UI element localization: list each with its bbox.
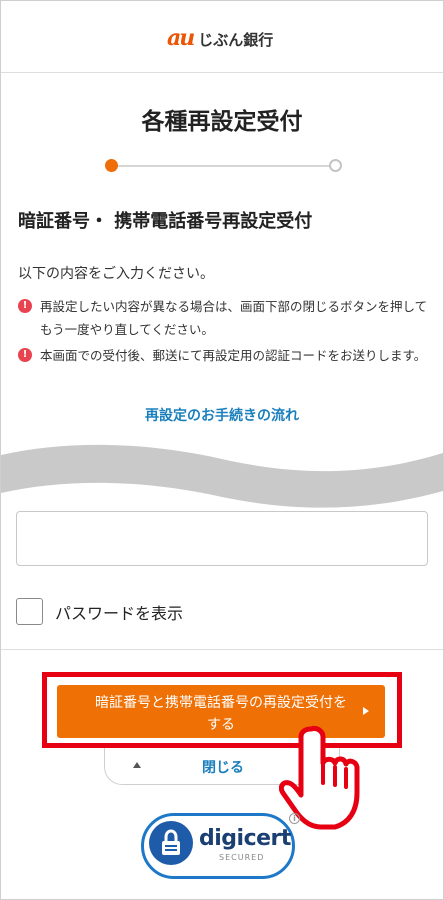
password-input[interactable] — [16, 511, 428, 566]
content-omitted-wave — [1, 444, 443, 508]
logo-name: じぶん銀行 — [198, 31, 274, 49]
page-frame: au じぶん銀行 各種再設定受付 暗証番号・ 携帯電話番号再設定受付 以下の内容… — [0, 0, 444, 900]
step-2-pending — [329, 159, 342, 172]
notice-text: 再設定したい内容が異なる場合は、画面下部の閉じるボタンを押してもう一度やり直して… — [40, 299, 428, 337]
show-password-toggle[interactable]: パスワードを表示 — [16, 598, 183, 625]
notice-item: ! 再設定したい内容が異なる場合は、画面下部の閉じるボタンを押してもう一度やり直… — [18, 295, 428, 341]
procedure-flow-link[interactable]: 再設定のお手続きの流れ — [1, 405, 443, 425]
seal-tag: SECURED — [219, 853, 265, 862]
alert-icon: ! — [18, 299, 32, 313]
section-divider — [1, 649, 443, 650]
bank-logo[interactable]: au じぶん銀行 — [167, 27, 273, 49]
show-password-label: パスワードを表示 — [55, 603, 184, 623]
info-icon[interactable]: i — [289, 813, 300, 824]
logo-mark: au — [167, 25, 195, 51]
page-title: 各種再設定受付 — [141, 109, 303, 135]
notice-item: ! 本画面での受付後、郵送にて再設定用の認証コードをお送りします。 — [18, 344, 428, 367]
show-password-checkbox[interactable] — [16, 598, 43, 625]
play-arrow-icon — [363, 707, 369, 715]
seal-brand: digicert — [199, 826, 291, 851]
notice-text: 本画面での受付後、郵送にて再設定用の認証コードをお送りします。 — [40, 348, 427, 363]
lock-icon — [162, 829, 180, 855]
step-1-current — [105, 159, 118, 172]
intro-text: 以下の内容をご入力ください。 — [18, 266, 214, 282]
section-title: 暗証番号・ 携帯電話番号再設定受付 — [18, 211, 313, 232]
step-line — [113, 165, 335, 167]
header: au じぶん銀行 — [1, 1, 443, 73]
notice-list: ! 再設定したい内容が異なる場合は、画面下部の閉じるボタンを押してもう一度やり直… — [18, 295, 428, 370]
alert-icon: ! — [18, 348, 32, 362]
step-indicator — [105, 158, 343, 174]
digicert-seal[interactable]: digicert SECURED i — [141, 813, 301, 881]
